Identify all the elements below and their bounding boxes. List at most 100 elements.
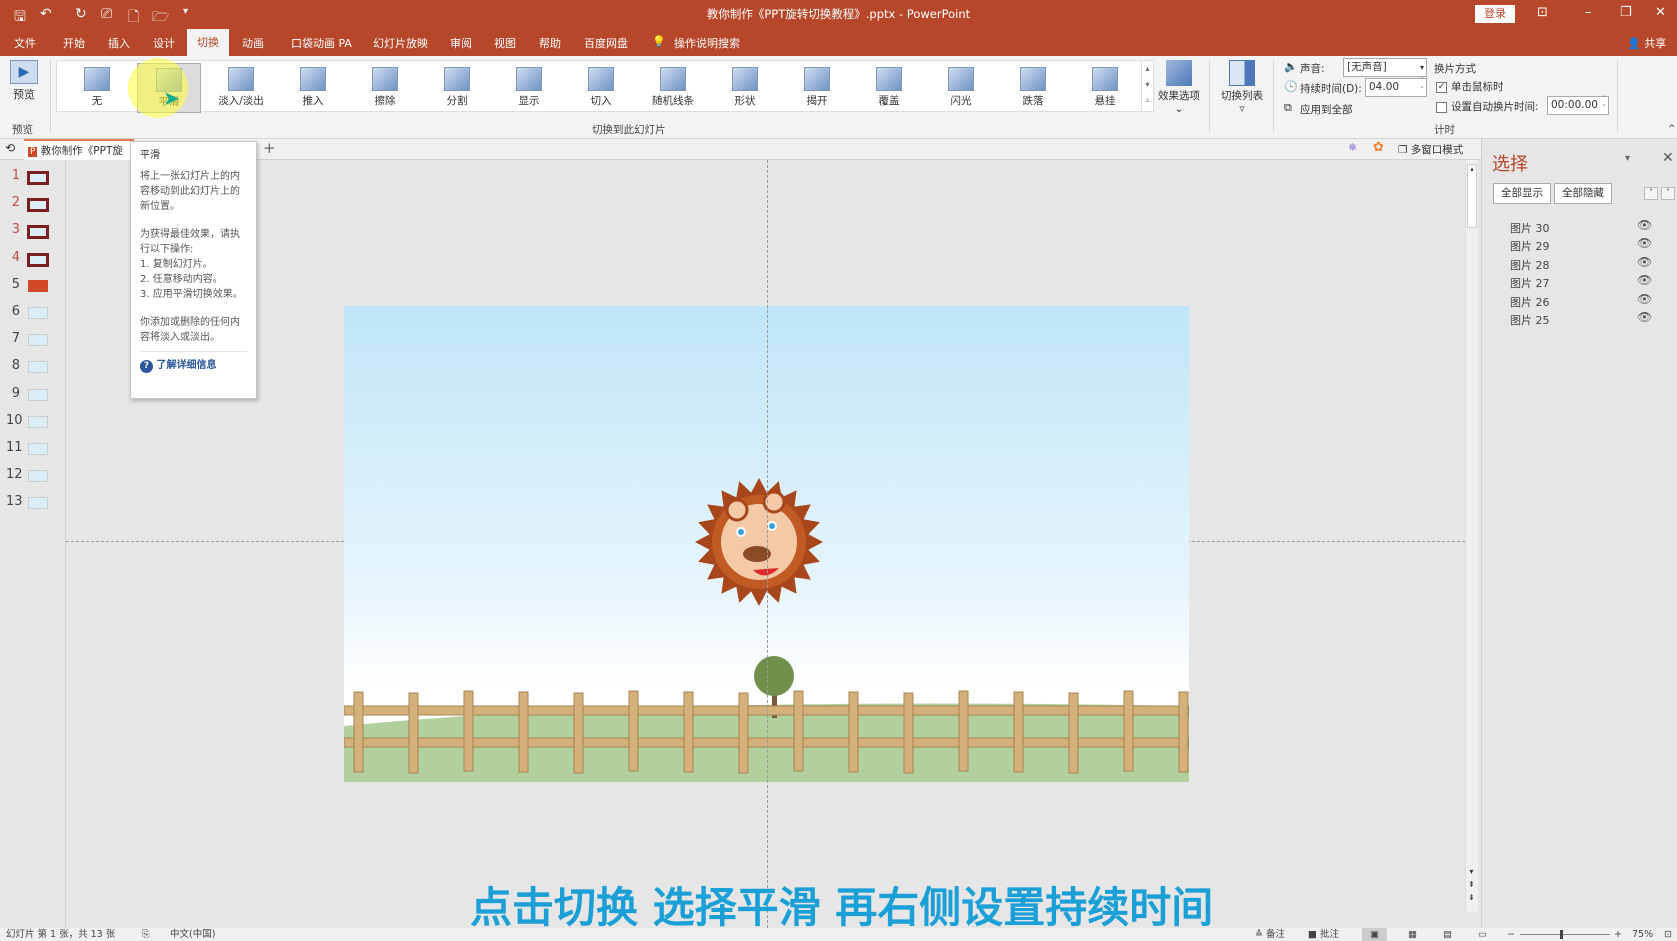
slide-number[interactable]: 12 — [6, 467, 20, 482]
gear-icon[interactable]: ✿ — [1373, 140, 1384, 155]
tab-review[interactable]: 审阅 — [448, 35, 474, 51]
slide-number[interactable]: 8 — [6, 358, 20, 373]
eye-icon[interactable]: 👁 — [1637, 218, 1652, 232]
notes-button[interactable]: ≙ 备注 — [1255, 928, 1285, 941]
selection-item[interactable]: 图片 29 — [1510, 238, 1550, 254]
transition-7[interactable]: 切入 — [569, 63, 633, 113]
scroll-buttons[interactable]: ▾⇞⇟ — [1468, 865, 1475, 904]
share-button[interactable]: 👤 共享 — [1625, 35, 1668, 51]
slide-thumbnail[interactable] — [28, 497, 48, 509]
effect-options-button[interactable]: 效果选项⌄ — [1156, 60, 1202, 115]
bring-forward-icon[interactable]: ˄ — [1644, 187, 1658, 200]
slide-number[interactable]: 5 — [6, 277, 20, 292]
transition-10[interactable]: 揭开 — [785, 63, 849, 113]
transition-11[interactable]: 覆盖 — [857, 63, 921, 113]
apply-to-all-button[interactable]: 应用到全部 — [1300, 102, 1353, 117]
slide-thumbnail[interactable] — [27, 198, 49, 212]
slide-thumbnail[interactable] — [28, 334, 48, 346]
zoom-slider[interactable] — [1520, 934, 1610, 935]
tab-view[interactable]: 视图 — [492, 35, 518, 51]
transition-3[interactable]: 推入 — [281, 63, 345, 113]
vertical-guide[interactable] — [767, 160, 768, 928]
gallery-scroll[interactable]: ▴▾⩡ — [1141, 61, 1153, 111]
slide-sorter-icon[interactable]: ▦ — [1408, 928, 1417, 941]
transition-8[interactable]: 随机线条 — [641, 63, 705, 113]
preview-button[interactable]: ▶ 预览 — [6, 60, 42, 102]
slide-thumbnail[interactable] — [28, 470, 48, 482]
tab-insert[interactable]: 插入 — [106, 35, 132, 51]
transition-list-button[interactable]: 切换列表▿ — [1218, 60, 1266, 115]
spinner-icon[interactable]: ˄˅ — [1421, 77, 1425, 95]
tab-animations[interactable]: 动画 — [240, 35, 266, 51]
checkbox-unchecked[interactable] — [1436, 102, 1447, 113]
slide-number[interactable]: 3 — [6, 222, 20, 237]
close-pane-icon[interactable]: ✕ — [1662, 150, 1674, 166]
eye-icon[interactable]: 👁 — [1637, 255, 1652, 269]
selection-item[interactable]: 图片 28 — [1510, 257, 1550, 273]
tab-design[interactable]: 设计 — [151, 35, 177, 51]
comments-button[interactable]: ■ 批注 — [1308, 928, 1339, 941]
spinner-icon[interactable]: ˄˅ — [1603, 95, 1607, 113]
slide-number[interactable]: 7 — [6, 331, 20, 346]
checkbox-checked[interactable]: ✓ — [1436, 82, 1447, 93]
transition-0[interactable]: 无 — [65, 63, 129, 113]
send-backward-icon[interactable]: ˅ — [1661, 187, 1675, 200]
transition-5[interactable]: 分割 — [425, 63, 489, 113]
selection-item[interactable]: 图片 27 — [1510, 275, 1550, 291]
scroll-thumb[interactable]: ▴ — [1467, 164, 1477, 228]
tab-file[interactable]: 文件 — [12, 35, 38, 51]
transition-4[interactable]: 擦除 — [353, 63, 417, 113]
slide-number[interactable]: 4 — [6, 250, 20, 265]
auto-advance-time-input[interactable]: 00:00.00˄˅ — [1547, 96, 1609, 115]
history-icon[interactable]: ⟲ — [5, 141, 15, 155]
normal-view-icon[interactable]: ▣ — [1362, 928, 1387, 941]
ribbon-display-icon[interactable]: ⊡ — [1537, 5, 1548, 20]
slide-thumbnail[interactable] — [28, 389, 48, 401]
slide-thumbnail[interactable] — [27, 225, 49, 239]
on-click-checkbox[interactable]: ✓单击鼠标时 — [1436, 79, 1504, 94]
login-button[interactable]: 登录 — [1475, 5, 1515, 23]
tab-slideshow[interactable]: 幻灯片放映 — [371, 35, 430, 51]
slide-number[interactable]: 1 — [6, 168, 20, 183]
hide-all-button[interactable]: 全部隐藏 — [1554, 183, 1612, 204]
tell-me-search[interactable]: 操作说明搜索 — [672, 35, 742, 51]
new-tab-icon[interactable]: + — [263, 139, 276, 157]
zoom-in-icon[interactable]: + — [1614, 928, 1622, 941]
slide-number[interactable]: 9 — [6, 386, 20, 401]
tab-transitions[interactable]: 切换 — [187, 29, 229, 56]
reading-view-icon[interactable]: ▤ — [1443, 928, 1452, 941]
minimize-icon[interactable]: – — [1585, 5, 1592, 20]
learn-more-link[interactable]: ? 了解详细信息 — [140, 351, 247, 373]
document-tab[interactable]: P 教你制作《PPT旋 — [24, 139, 134, 160]
slide-thumbnail[interactable] — [27, 171, 49, 185]
tab-baidu-netdisk[interactable]: 百度网盘 — [582, 35, 630, 51]
pane-options-icon[interactable]: ▾ — [1625, 153, 1630, 164]
eye-icon[interactable]: 👁 — [1637, 273, 1652, 287]
selection-item[interactable]: 图片 25 — [1510, 312, 1550, 328]
collapse-ribbon-icon[interactable]: ^ — [1668, 124, 1676, 134]
transition-14[interactable]: 悬挂 — [1073, 63, 1137, 113]
transition-9[interactable]: 形状 — [713, 63, 777, 113]
selection-item[interactable]: 图片 30 — [1510, 220, 1550, 236]
slide-number[interactable]: 11 — [6, 440, 20, 455]
sound-dropdown[interactable]: [无声音]▾ — [1343, 58, 1427, 77]
restore-icon[interactable]: ❐ — [1620, 5, 1632, 20]
eye-icon[interactable]: 👁 — [1637, 292, 1652, 306]
slide-thumbnail[interactable] — [28, 443, 48, 455]
slide-number[interactable]: 10 — [6, 413, 20, 428]
slideshow-icon[interactable]: ▭ — [1478, 928, 1487, 941]
zoom-level[interactable]: 75% — [1632, 928, 1653, 941]
show-all-button[interactable]: 全部显示 — [1493, 183, 1551, 204]
accessibility-icon[interactable]: ⎘ — [142, 928, 150, 941]
multiwindow-button[interactable]: ❐ 多窗口模式 — [1398, 142, 1463, 157]
zoom-slider-thumb[interactable] — [1560, 930, 1563, 939]
transition-6[interactable]: 显示 — [497, 63, 561, 113]
selection-item[interactable]: 图片 26 — [1510, 294, 1550, 310]
tab-pocket-animation[interactable]: 口袋动画 PA — [289, 35, 354, 51]
slide-thumbnail[interactable] — [28, 307, 48, 319]
duration-input[interactable]: 04.00˄˅ — [1365, 78, 1427, 97]
tab-help[interactable]: 帮助 — [537, 35, 563, 51]
auto-advance-checkbox[interactable]: 设置自动换片时间: — [1436, 99, 1539, 114]
zoom-out-icon[interactable]: − — [1507, 928, 1515, 941]
fit-slide-icon[interactable]: ⊡ — [1664, 928, 1672, 941]
